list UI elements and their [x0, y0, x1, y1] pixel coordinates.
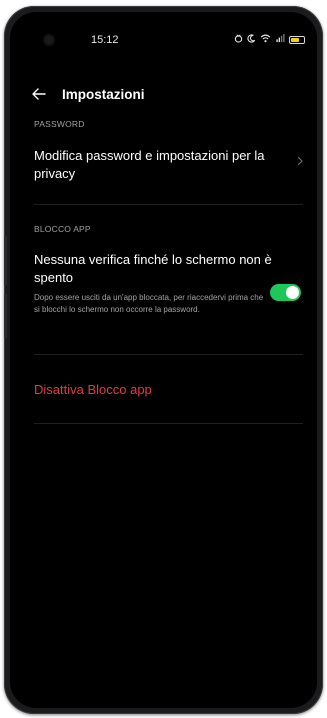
disable-app-lock-button[interactable]: Disattiva Blocco app [34, 382, 152, 397]
divider [34, 204, 303, 205]
chevron-right-icon [297, 154, 303, 169]
section-label-password: PASSWORD [34, 119, 85, 129]
status-icons [234, 34, 305, 45]
no-verification-title: Nessuna verifica finché lo schermo non è… [34, 252, 272, 285]
volume-up-button [4, 236, 7, 286]
divider [34, 423, 303, 424]
moon-icon [247, 34, 256, 45]
divider [34, 354, 303, 355]
no-verification-toggle[interactable] [270, 284, 301, 301]
screen: 15:12 Impostazioni PASSWORD Modifica pas… [10, 12, 317, 708]
section-label-app-lock: BLOCCO APP [34, 224, 91, 234]
status-bar: 15:12 [10, 34, 317, 50]
app-header: Impostazioni [32, 86, 145, 103]
toggle-knob [286, 286, 299, 299]
wifi-icon [260, 34, 271, 45]
password-privacy-label: Modifica password e impostazioni per la … [34, 148, 265, 181]
alarm-icon [234, 34, 243, 45]
status-time: 15:12 [91, 34, 119, 46]
signal-icon [275, 34, 285, 45]
battery-level [291, 37, 300, 42]
no-verification-description: Dopo essere usciti da un'app bloccata, p… [34, 293, 264, 314]
battery-icon [289, 35, 305, 44]
back-arrow-icon[interactable] [32, 86, 54, 103]
page-title: Impostazioni [62, 87, 145, 102]
volume-down-button [4, 294, 7, 338]
